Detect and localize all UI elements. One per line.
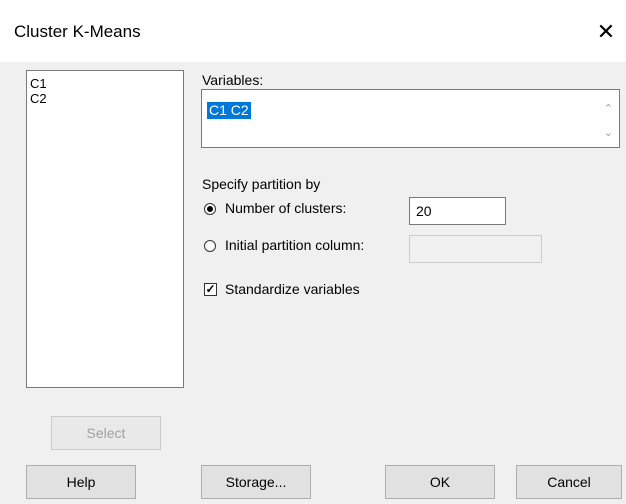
partition-heading: Specify partition by (202, 176, 321, 192)
initial-partition-input (409, 235, 542, 263)
variables-field[interactable]: C1 C2 ⌃ ⌄ (201, 89, 620, 148)
cancel-button[interactable]: Cancel (516, 465, 622, 499)
close-icon[interactable]: ✕ (592, 18, 620, 46)
scroll-down-icon[interactable]: ⌄ (604, 126, 613, 139)
storage-button[interactable]: Storage... (201, 465, 311, 499)
initial-partition-label: Initial partition column: (225, 237, 365, 253)
number-of-clusters-input[interactable]: 20 (409, 197, 506, 225)
scroll-up-icon[interactable]: ⌃ (604, 102, 613, 115)
standardize-label: Standardize variables (225, 281, 360, 297)
variables-value[interactable]: C1 C2 (207, 102, 251, 119)
variables-label: Variables: (202, 72, 264, 88)
number-of-clusters-label: Number of clusters: (225, 200, 347, 216)
list-item[interactable]: C2 (27, 91, 183, 106)
initial-partition-radio[interactable] (204, 240, 216, 252)
ok-button[interactable]: OK (385, 465, 495, 499)
select-button: Select (51, 416, 161, 450)
list-item[interactable]: C1 (27, 76, 183, 91)
number-of-clusters-radio[interactable] (204, 203, 216, 215)
dialog-title: Cluster K-Means (14, 22, 141, 41)
standardize-checkbox[interactable]: ✓ (204, 283, 217, 296)
help-button[interactable]: Help (26, 465, 136, 499)
columns-listbox[interactable]: C1 C2 (26, 70, 184, 388)
